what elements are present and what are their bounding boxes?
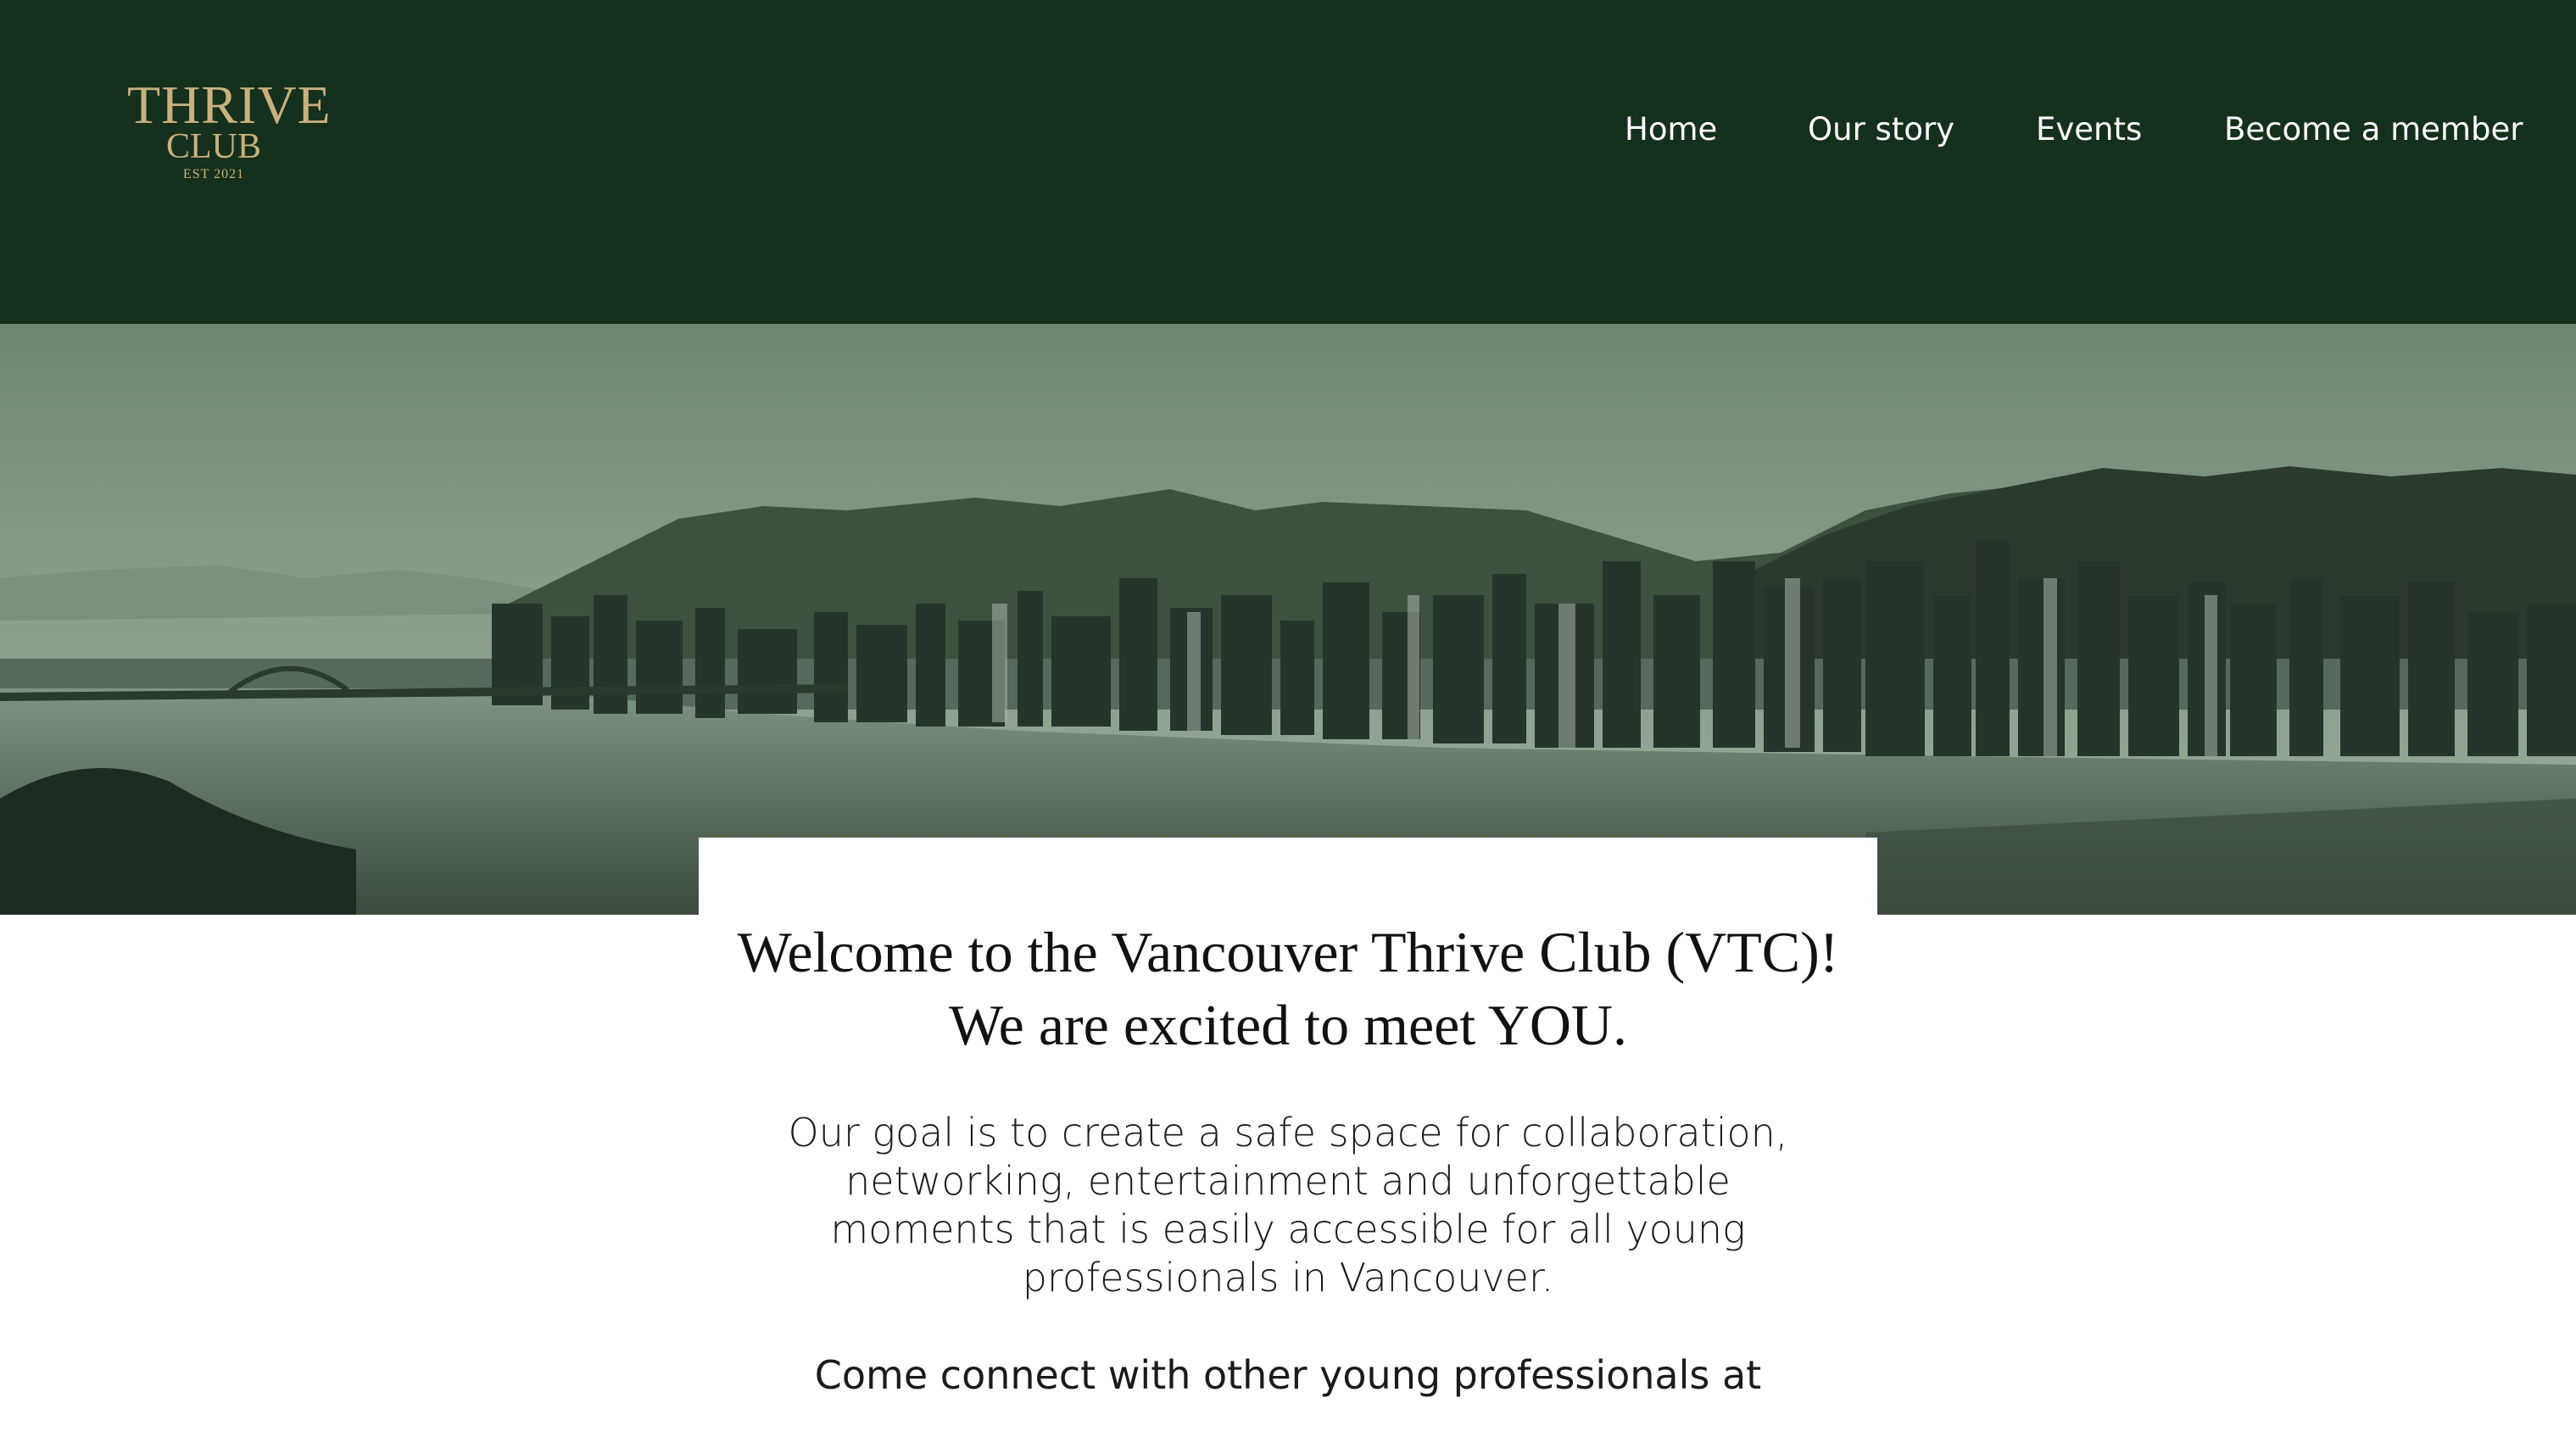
goal-paragraph: Our goal is to create a safe space for c… [763, 1109, 1813, 1302]
goal-line-3: moments that is easily accessible for al… [830, 1206, 1746, 1252]
nav-events[interactable]: Events [2036, 109, 2142, 151]
welcome-line-1: Welcome to the Vancouver Thrive Club (VT… [737, 920, 1839, 984]
logo-line-est: EST 2021 [182, 167, 245, 181]
nav-home[interactable]: Home [1625, 109, 1717, 151]
goal-line-1: Our goal is to create a safe space for c… [788, 1110, 1788, 1155]
welcome-line-2: We are excited to meet YOU. [948, 993, 1628, 1057]
welcome-heading: Welcome to the Vancouver Thrive Club (VT… [699, 916, 1877, 1061]
connect-paragraph: Come connect with other young profession… [814, 1352, 1762, 1398]
logo-line-thrive: THRIVE [127, 75, 332, 135]
nav-become-a-member[interactable]: Become a member [2224, 109, 2523, 151]
nav-our-story[interactable]: Our story [1808, 109, 1954, 151]
vancouver-skyline-image [0, 324, 2576, 915]
thrive-club-logo[interactable]: THRIVE CLUB EST 2021 [127, 75, 332, 190]
hero-banner [0, 324, 2576, 915]
goal-line-2: networking, entertainment and unforgetta… [845, 1158, 1731, 1204]
site-header: THRIVE CLUB EST 2021 Home Our story Even… [0, 0, 2576, 324]
goal-line-4: professionals in Vancouver. [1022, 1255, 1554, 1300]
logo-line-club: CLUB [165, 127, 261, 166]
